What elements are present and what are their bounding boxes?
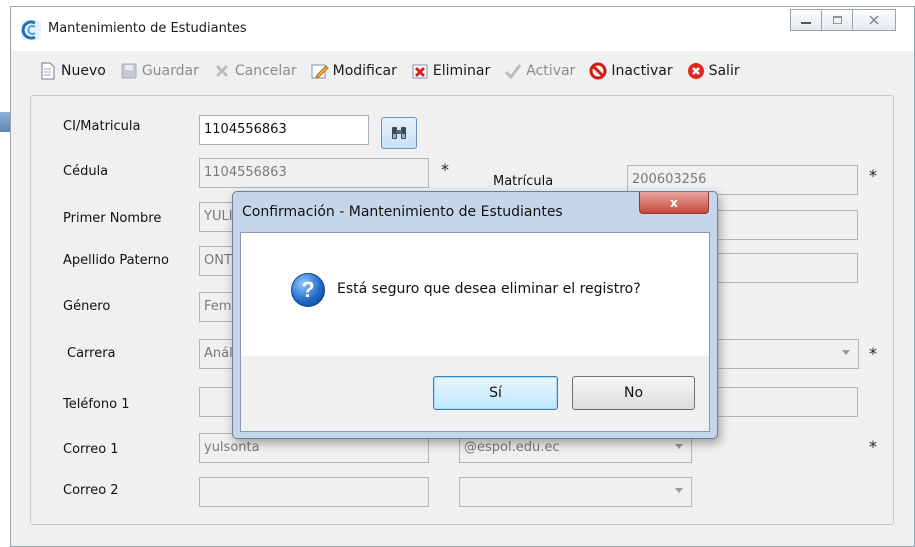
matricula-label: Matrícula: [493, 174, 554, 189]
chevron-down-icon: [675, 444, 683, 449]
cancel-x-icon: [213, 62, 231, 80]
title-bar: Mantenimiento de Estudiantes: [11, 7, 914, 51]
question-icon: ?: [291, 273, 325, 307]
genero-label: Género: [63, 299, 111, 314]
minimize-button[interactable]: [790, 9, 822, 31]
close-icon: [869, 15, 879, 25]
correo1-domain-value: @espol.edu.ec: [464, 440, 560, 455]
edit-icon: [311, 62, 329, 80]
correo2-domain-select[interactable]: [459, 477, 692, 507]
eliminar-label: Eliminar: [432, 63, 491, 79]
cancelar-button[interactable]: Cancelar: [213, 62, 297, 80]
correo1-label: Correo 1: [63, 442, 119, 457]
yes-button[interactable]: Sí: [433, 376, 558, 410]
correo2-label: Correo 2: [63, 483, 119, 498]
window-controls: [790, 9, 896, 31]
apellido-paterno-label: Apellido Paterno: [63, 253, 169, 268]
guardar-button[interactable]: Guardar: [120, 62, 199, 80]
modificar-button[interactable]: Modificar: [311, 62, 397, 80]
matricula-required-mark: *: [869, 166, 877, 185]
maximize-button[interactable]: [821, 9, 853, 31]
carrera-required-mark: *: [869, 344, 877, 363]
cedula-required-mark: *: [441, 160, 449, 179]
check-icon: [504, 62, 522, 80]
background-edge-mark: [0, 112, 10, 132]
salir-button[interactable]: Salir: [687, 62, 740, 80]
window-title: Mantenimiento de Estudiantes: [48, 21, 247, 36]
minimize-icon: [801, 22, 811, 24]
telefono1-label: Teléfono 1: [63, 397, 130, 412]
correo1-required-mark: *: [869, 437, 877, 456]
cedula-field[interactable]: 1104556863: [199, 158, 429, 188]
binoculars-icon: [392, 127, 406, 139]
nuevo-label: Nuevo: [61, 63, 106, 79]
ci-input[interactable]: 1104556863: [199, 115, 369, 145]
correo2-user-field[interactable]: [199, 477, 429, 507]
search-button[interactable]: [381, 117, 417, 149]
dialog-body: ? Está seguro que desea eliminar el regi…: [240, 232, 710, 432]
chevron-down-icon: [842, 350, 850, 355]
modificar-label: Modificar: [332, 63, 397, 79]
close-icon: x: [670, 195, 678, 210]
ci-label: CI/Matricula: [63, 119, 141, 134]
no-button[interactable]: No: [572, 376, 695, 410]
salir-label: Salir: [708, 63, 740, 79]
document-icon: [39, 62, 57, 80]
close-button[interactable]: [852, 9, 896, 31]
dialog-footer: Sí No: [241, 356, 709, 431]
inactivar-label: Inactivar: [611, 63, 673, 79]
cedula-label: Cédula: [63, 164, 109, 179]
save-icon: [120, 62, 138, 80]
activar-button[interactable]: Activar: [504, 62, 575, 80]
toolbar: Nuevo Guardar Cancelar Modificar Elimina…: [11, 51, 914, 91]
genero-value: Fem: [204, 299, 232, 314]
app-icon: [21, 20, 41, 40]
guardar-label: Guardar: [141, 63, 199, 79]
primer-nombre-label: Primer Nombre: [63, 211, 162, 226]
eliminar-button[interactable]: Eliminar: [411, 62, 490, 80]
confirm-dialog: Confirmación - Mantenimiento de Estudian…: [232, 191, 718, 439]
carrera-label: Carrera: [67, 346, 116, 361]
exit-icon: [687, 62, 705, 80]
dialog-title: Confirmación - Mantenimiento de Estudian…: [242, 204, 563, 220]
dialog-close-button[interactable]: x: [639, 192, 709, 214]
inactivar-button[interactable]: Inactivar: [589, 62, 673, 80]
ban-icon: [589, 62, 607, 80]
delete-icon: [411, 62, 429, 80]
nuevo-button[interactable]: Nuevo: [39, 62, 106, 80]
cancelar-label: Cancelar: [234, 63, 297, 79]
maximize-icon: [832, 16, 842, 24]
chevron-down-icon: [675, 488, 683, 493]
carrera-value: Anál: [204, 346, 233, 361]
activar-label: Activar: [526, 63, 576, 79]
dialog-message: Está seguro que desea eliminar el regist…: [337, 281, 641, 297]
